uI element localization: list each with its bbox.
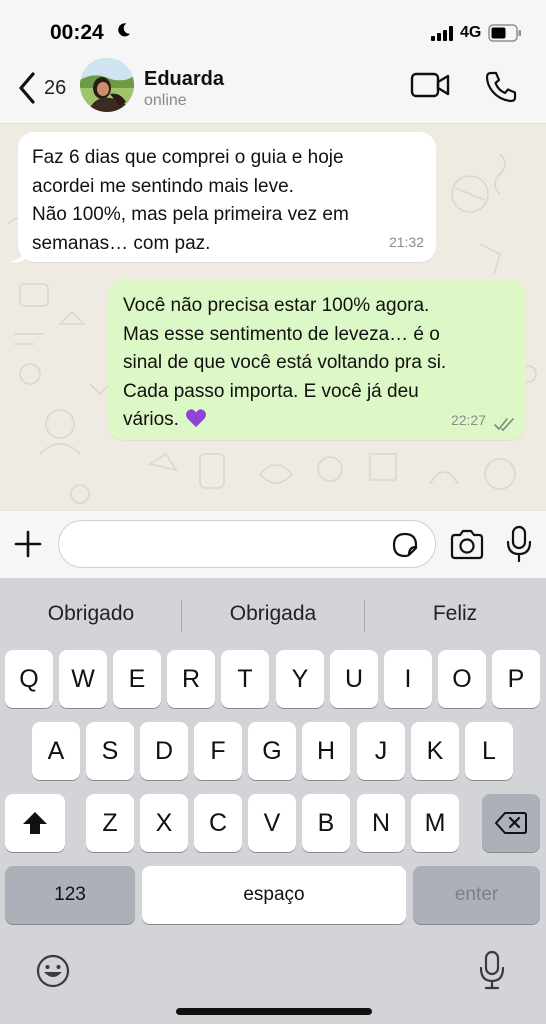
key-m[interactable]: M [411,794,459,852]
key-a[interactable]: A [32,722,80,780]
space-key[interactable]: espaço [142,866,406,924]
key-l[interactable]: L [465,722,513,780]
dictation-icon[interactable] [478,950,506,990]
avatar-image [80,58,134,112]
camera-icon[interactable] [448,528,486,562]
key-i[interactable]: I [384,650,432,708]
keyboard: Obrigado Obrigada Feliz Q W E R T Y U I … [0,578,546,1024]
home-indicator[interactable] [176,1008,372,1015]
status-time: 00:24 [50,21,104,44]
plus-icon[interactable] [12,528,44,560]
message-composer [0,510,546,578]
back-button[interactable]: 26 [18,68,78,108]
message-bubble-incoming[interactable]: Faz 6 dias que comprei o guia e hoje aco… [18,132,436,262]
backspace-key[interactable] [482,794,540,852]
enter-key[interactable]: enter [413,866,540,924]
suggestion-item[interactable]: Obrigada [182,602,364,626]
message-time: 22:27 [450,411,486,428]
key-r[interactable]: R [167,650,215,708]
key-k[interactable]: K [411,722,459,780]
key-q[interactable]: Q [5,650,53,708]
key-h[interactable]: H [302,722,350,780]
message-line: semanas… com paz. [32,232,211,254]
message-line: acordei me sentindo mais leve. [32,175,294,197]
key-b[interactable]: B [302,794,350,852]
message-line: Não 100%, mas pela primeira vez em [32,204,349,225]
numbers-key[interactable]: 123 [5,866,135,924]
chat-area[interactable]: Faz 6 dias que comprei o guia e hoje aco… [0,124,546,510]
message-line: Mas esse sentimento de leveza… é o [123,323,440,345]
key-v[interactable]: V [248,794,296,852]
shift-key[interactable] [5,794,65,852]
message-line: Cada passo importa. E você já deu [123,380,419,402]
shift-icon [23,812,47,834]
suggestion-bar: Obrigado Obrigada Feliz [0,578,546,648]
avatar[interactable] [80,58,134,112]
double-check-icon [494,418,514,431]
chat-header: 26 Eduarda online [0,58,546,124]
message-input[interactable] [58,520,436,568]
key-z[interactable]: Z [86,794,134,852]
message-line: Você não precisa estar 100% agora. [123,295,430,316]
key-w[interactable]: W [59,650,107,708]
back-chevron-icon [19,72,35,104]
key-u[interactable]: U [330,650,378,708]
message-line: Faz 6 dias que comprei o guia e hoje [32,147,344,168]
key-f[interactable]: F [194,722,242,780]
message-time: 21:32 [388,233,424,250]
signal-icon [431,26,453,41]
sticker-icon[interactable] [390,530,420,560]
message-line: sinal de que você está voltando pra si. [123,352,447,373]
battery-icon [488,24,521,42]
moon-icon [118,23,131,37]
contact-status: online [144,92,187,109]
suggestion-item[interactable]: Feliz [364,602,546,626]
key-e[interactable]: E [113,650,161,708]
key-g[interactable]: G [248,722,296,780]
key-n[interactable]: N [357,794,405,852]
emoji-icon[interactable] [34,952,72,990]
key-j[interactable]: J [357,722,405,780]
key-x[interactable]: X [140,794,188,852]
message-line-text: vários. [123,409,179,430]
suggestion-item[interactable]: Obrigado [0,602,182,626]
network-label: 4G [460,24,482,41]
key-p[interactable]: P [492,650,540,708]
key-d[interactable]: D [140,722,188,780]
key-o[interactable]: O [438,650,486,708]
backspace-icon [495,812,527,834]
phone-icon[interactable] [484,70,518,104]
key-s[interactable]: S [86,722,134,780]
unread-count: 26 [44,76,67,99]
key-c[interactable]: C [194,794,242,852]
key-y[interactable]: Y [276,650,324,708]
contact-name[interactable]: Eduarda [144,68,224,91]
microphone-icon[interactable] [504,525,534,563]
key-t[interactable]: T [221,650,269,708]
video-camera-icon[interactable] [410,70,450,100]
status-bar: 00:24 4G [0,0,546,62]
bubble-tail [10,246,30,263]
message-bubble-outgoing[interactable]: Você não precisa estar 100% agora. Mas e… [108,280,526,440]
purple-heart-icon [185,409,206,428]
